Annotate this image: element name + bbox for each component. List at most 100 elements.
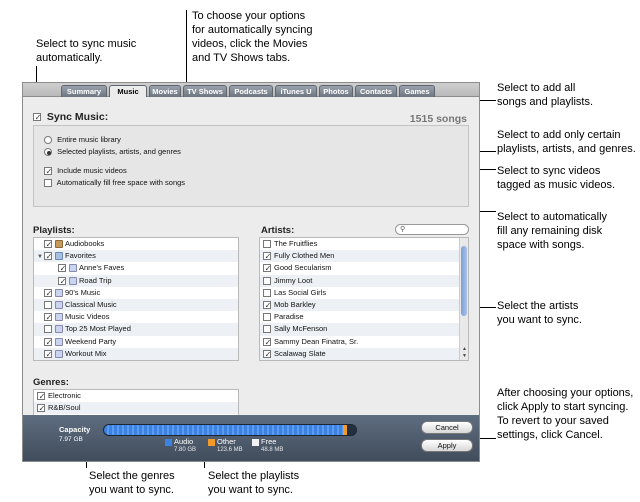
item-checkbox[interactable] [263, 337, 272, 347]
callout-text: Select to sync music [36, 38, 137, 50]
list-item[interactable]: Paradise [260, 311, 468, 323]
callout-add-certain: Select to add only certain playlists, art… [497, 128, 636, 156]
entire-library-radio[interactable] [44, 136, 52, 145]
autofill-checkbox[interactable] [44, 179, 52, 188]
callout-text: space with songs. [497, 239, 585, 251]
list-item[interactable]: The Fruitflies [260, 238, 468, 250]
item-checkbox[interactable] [37, 404, 46, 413]
callout-text: playlists, artists, and genres. [497, 143, 636, 155]
list-item[interactable]: Workout Mix [34, 347, 238, 360]
include-videos-checkbox[interactable] [44, 167, 53, 176]
list-item[interactable]: Mob Barkley [260, 298, 468, 312]
item-checkbox[interactable] [263, 325, 271, 334]
tab-itunes-u[interactable]: iTunes U [275, 85, 317, 97]
tab-movies[interactable]: Movies [149, 85, 181, 97]
tab-games[interactable]: Games [399, 85, 435, 97]
legend-free-size: 48.8 MB [261, 447, 284, 453]
cancel-button[interactable]: Cancel [421, 421, 473, 434]
tab-summary[interactable]: Summary [61, 85, 107, 97]
itunes-music-pane: Summary Music Movies TV Shows Podcasts i… [22, 82, 480, 462]
playlists-list: Audiobooks ▼ Favorites Anne's Faves Road Tri… [33, 237, 239, 361]
item-label: Electronic [48, 391, 81, 400]
capacity-other-segment [343, 425, 348, 435]
tab-photos[interactable]: Photos [319, 85, 353, 97]
playlist-icon [55, 313, 63, 322]
artists-scrollbar[interactable]: ▲ ▼ [459, 238, 468, 360]
item-checkbox[interactable] [44, 313, 53, 322]
playlist-icon [55, 349, 63, 358]
option-include-videos[interactable]: Include music videos [44, 166, 127, 176]
item-checkbox[interactable] [44, 288, 53, 298]
list-item[interactable]: Scalawag Slate [260, 347, 468, 360]
apply-button[interactable]: Apply [421, 439, 473, 452]
sync-music-checkbox[interactable] [33, 113, 42, 122]
list-item[interactable]: Good Secularism [260, 262, 468, 274]
list-item[interactable]: ▼ Favorites [34, 250, 238, 263]
list-item[interactable]: Jimmy Loot [260, 274, 468, 287]
list-item[interactable]: Road Trip [34, 274, 238, 287]
tab-music[interactable]: Music [109, 85, 147, 97]
selected-radio[interactable] [44, 148, 52, 157]
item-checkbox[interactable] [263, 313, 271, 322]
list-item[interactable]: Top 25 Most Played [34, 323, 238, 336]
item-label: Good Secularism [274, 263, 332, 273]
item-checkbox[interactable] [44, 337, 53, 347]
list-item[interactable]: Sammy Dean Finatra, Sr. [260, 336, 468, 348]
artist-search-input[interactable]: ⚲ [395, 224, 469, 235]
callout-text: videos, click the Movies [192, 38, 308, 50]
list-item[interactable]: Electronic [34, 390, 238, 402]
tab-podcasts[interactable]: Podcasts [229, 85, 273, 97]
scroll-down-icon[interactable]: ▼ [460, 353, 468, 359]
list-item[interactable]: 90's Music [34, 287, 238, 299]
list-item[interactable]: Las Social Girls [260, 287, 468, 299]
capacity-total: 7.97 GB [59, 436, 83, 443]
list-item[interactable]: Audiobooks [34, 238, 238, 250]
item-checkbox[interactable] [44, 300, 52, 309]
list-item[interactable]: Weekend Party [34, 336, 238, 348]
callout-text: and TV Shows tabs. [192, 52, 291, 64]
option-entire-library[interactable]: Entire music library [44, 135, 121, 145]
item-checkbox[interactable] [263, 240, 271, 249]
legend-audio: Audio 7.80 GB [165, 437, 196, 453]
list-item[interactable]: Sally McFenson [260, 323, 468, 336]
sync-options-box: Entire music library Selected playlists,… [33, 125, 469, 207]
item-checkbox[interactable] [44, 349, 53, 359]
item-label: Music Videos [65, 312, 110, 322]
list-item[interactable]: Anne's Faves [34, 262, 238, 274]
list-item[interactable]: Classical Music [34, 298, 238, 312]
list-item[interactable]: R&B/Soul [34, 402, 238, 415]
item-checkbox[interactable] [58, 264, 67, 273]
tab-tv-shows[interactable]: TV Shows [183, 85, 227, 97]
item-checkbox[interactable] [44, 240, 53, 249]
list-item[interactable]: Fully Clothed Men [260, 250, 468, 263]
callout-text: you want to sync. [89, 484, 174, 496]
item-checkbox[interactable] [37, 392, 46, 401]
scroll-up-icon[interactable]: ▲ [460, 346, 468, 352]
option-autofill[interactable]: Automatically fill free space with songs [44, 178, 186, 188]
item-checkbox[interactable] [263, 276, 271, 285]
callout-text: Select the genres [89, 470, 175, 482]
item-label: The Fruitflies [274, 239, 318, 248]
callout-text: you want to sync. [497, 314, 582, 326]
playlist-icon [69, 276, 77, 285]
item-label: Weekend Party [65, 336, 117, 346]
callout-text: To choose your options [192, 10, 306, 22]
disclosure-triangle-icon[interactable]: ▼ [37, 251, 44, 263]
item-checkbox[interactable] [44, 252, 53, 261]
item-checkbox[interactable] [44, 325, 52, 334]
item-checkbox[interactable] [263, 252, 272, 261]
item-checkbox[interactable] [263, 300, 272, 310]
item-checkbox[interactable] [263, 349, 272, 359]
search-icon: ⚲ [400, 226, 406, 233]
item-checkbox[interactable] [58, 276, 67, 286]
item-checkbox[interactable] [263, 264, 272, 273]
tab-contacts[interactable]: Contacts [355, 85, 397, 97]
option-selected[interactable]: Selected playlists, artists, and genres [44, 147, 181, 157]
scroll-thumb[interactable] [461, 246, 467, 316]
autofill-label: Automatically fill free space with songs [56, 178, 186, 187]
list-item[interactable]: Music Videos [34, 311, 238, 323]
item-checkbox[interactable] [263, 288, 271, 297]
callout-autofill: Select to automatically fill any remainin… [497, 210, 607, 252]
callout-text: To revert to your saved [497, 415, 609, 427]
folder-icon [55, 252, 63, 261]
